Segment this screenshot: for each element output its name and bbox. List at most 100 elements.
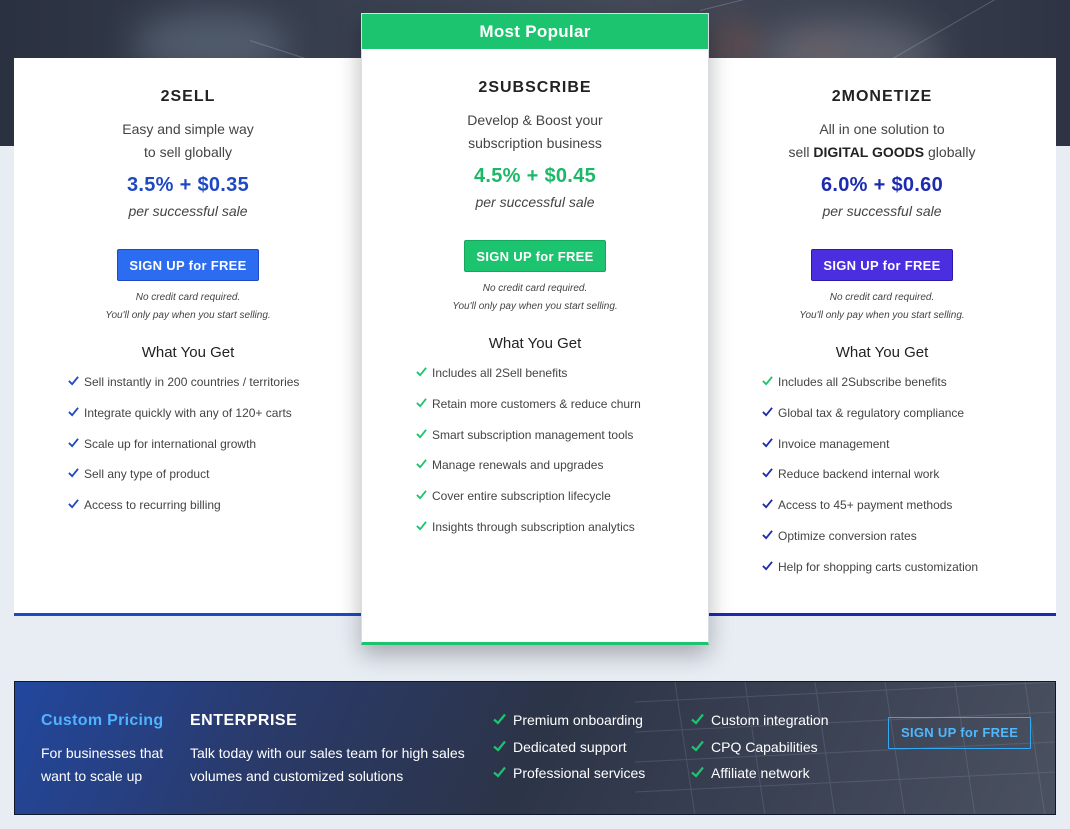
plan-price: 4.5% + $0.45 <box>473 165 597 187</box>
list-item: Insights through subscription analytics <box>362 518 708 549</box>
tagline-line-1: Develop & Boost your <box>467 112 603 128</box>
check-icon <box>691 740 704 752</box>
list-item: Scale up for international growth <box>14 435 362 466</box>
list-item: Dedicated support <box>493 737 645 764</box>
price-unit: per successful sale <box>475 194 595 210</box>
note-line-1: No credit card required. <box>482 283 588 294</box>
check-icon <box>691 713 704 725</box>
check-icon <box>68 437 79 448</box>
what-you-get-heading: What You Get <box>835 344 929 361</box>
feature-list: Sell instantly in 200 countries / territ… <box>14 373 362 527</box>
feature-text: Includes all 2Subscribe benefits <box>778 375 947 389</box>
feature-text: Scale up for international growth <box>84 436 257 451</box>
what-you-get-heading: What You Get <box>141 344 235 361</box>
check-icon <box>416 367 427 377</box>
plan-tagline: Develop & Boost your subscription busine… <box>362 109 708 155</box>
check-icon <box>762 530 773 540</box>
plan-tagline: All in one solution to sell DIGITAL GOOD… <box>708 118 1056 164</box>
list-item: Affiliate network <box>691 763 829 790</box>
check-icon <box>691 766 704 778</box>
signup-note: No credit card required. You'll only pay… <box>708 289 1056 325</box>
plan-name: 2SUBSCRIBE <box>478 79 592 96</box>
custom-pricing-title: Custom Pricing <box>41 712 164 729</box>
feature-text: Integrate quickly with any of 120+ carts <box>84 405 292 420</box>
check-icon <box>68 407 79 417</box>
feature-text: Reduce backend internal work <box>778 467 940 482</box>
enterprise-features-col1: Premium onboarding Dedicated support Pro… <box>493 710 645 790</box>
note-line-1: No credit card required. <box>135 292 241 303</box>
tagline-line-1: All in one solution to <box>819 121 945 137</box>
list-item: Custom integration <box>691 710 829 737</box>
plan-card-2sell: 2SELL Easy and simple way to sell global… <box>14 58 362 616</box>
custom-pricing-desc: For businesses that want to scale up <box>41 745 164 784</box>
feature-text: Insights through subscription analytics <box>432 519 635 534</box>
feature-list: Includes all 2Subscribe benefits Global … <box>708 373 1056 589</box>
note-line-2: You'll only pay when you start selling. <box>452 301 618 312</box>
list-item: Optimize conversion rates <box>708 527 1056 558</box>
tagline-line-2: sell <box>788 144 814 160</box>
list-item: Invoice management <box>708 435 1056 466</box>
what-you-get-heading: What You Get <box>488 335 582 352</box>
feature-text: Retain more customers & reduce churn <box>432 396 641 411</box>
feature-text: Sell any type of product <box>84 467 210 482</box>
check-icon <box>762 561 773 571</box>
check-icon <box>68 376 79 386</box>
check-icon <box>762 437 773 448</box>
check-icon <box>68 468 79 478</box>
check-icon <box>416 490 427 500</box>
tagline-line-1: Easy and simple way <box>122 121 254 137</box>
check-icon <box>493 766 506 778</box>
price-unit: per successful sale <box>822 203 942 219</box>
feature-text: Cover entire subscription lifecycle <box>432 489 611 504</box>
feature-text: Premium onboarding <box>513 712 643 728</box>
note-line-2: You'll only pay when you start selling. <box>105 310 271 321</box>
list-item: Sell any type of product <box>14 465 362 496</box>
enterprise-desc: Talk today with our sales team for high … <box>190 745 465 784</box>
check-icon <box>493 740 506 752</box>
feature-list: Includes all 2Sell benefits Retain more … <box>362 364 708 549</box>
enterprise-features-col2: Custom integration CPQ Capabilities Affi… <box>691 710 829 790</box>
plan-name: 2MONETIZE <box>831 88 933 105</box>
list-item: Professional services <box>493 763 645 790</box>
feature-text: Custom integration <box>711 712 829 728</box>
feature-text: Smart subscription management tools <box>432 427 634 442</box>
signup-button-2monetize[interactable]: SIGN UP for FREE <box>811 249 953 281</box>
feature-text: Access to recurring billing <box>84 498 221 513</box>
check-icon <box>762 468 773 478</box>
check-icon <box>416 428 427 439</box>
note-line-1: No credit card required. <box>829 292 935 303</box>
list-item: Access to 45+ payment methods <box>708 496 1056 527</box>
signup-note: No credit card required. You'll only pay… <box>362 280 708 316</box>
list-item: CPQ Capabilities <box>691 737 829 764</box>
list-item: Includes all 2Subscribe benefits <box>708 373 1056 404</box>
feature-text: Help for shopping carts customization <box>778 559 979 574</box>
signup-note: No credit card required. You'll only pay… <box>14 289 362 325</box>
check-icon <box>416 521 427 531</box>
list-item: Access to recurring billing <box>14 496 362 527</box>
plan-card-2monetize: 2MONETIZE All in one solution to sell DI… <box>708 58 1056 616</box>
feature-text: Sell instantly in 200 countries / territ… <box>84 375 300 389</box>
feature-text: Affiliate network <box>711 765 810 781</box>
enterprise-signup-button[interactable]: SIGN UP for FREE <box>888 717 1032 749</box>
list-item: Retain more customers & reduce churn <box>362 395 708 426</box>
feature-text: Dedicated support <box>513 738 627 755</box>
feature-text: Global tax & regulatory compliance <box>778 405 965 420</box>
plan-tagline: Easy and simple way to sell globally <box>14 118 362 164</box>
signup-button-2sell[interactable]: SIGN UP for FREE <box>117 249 259 281</box>
check-icon <box>762 499 773 509</box>
feature-text: Professional services <box>513 765 646 781</box>
list-item: Reduce backend internal work <box>708 465 1056 496</box>
tagline-emphasis: DIGITAL GOODS <box>813 144 925 160</box>
enterprise-title: ENTERPRISE <box>190 712 298 729</box>
list-item: Help for shopping carts customization <box>708 558 1056 589</box>
tagline-line-2-end: globally <box>924 144 976 160</box>
tagline-line-2: to sell globally <box>144 144 232 160</box>
signup-button-2subscribe[interactable]: SIGN UP for FREE <box>464 240 606 272</box>
feature-text: Manage renewals and upgrades <box>432 458 604 473</box>
list-item: Global tax & regulatory compliance <box>708 404 1056 435</box>
list-item: Smart subscription management tools <box>362 426 708 457</box>
plan-name: 2SELL <box>160 88 216 105</box>
check-icon <box>68 499 79 509</box>
check-icon <box>762 376 773 386</box>
most-popular-badge: Most Popular <box>362 14 708 49</box>
